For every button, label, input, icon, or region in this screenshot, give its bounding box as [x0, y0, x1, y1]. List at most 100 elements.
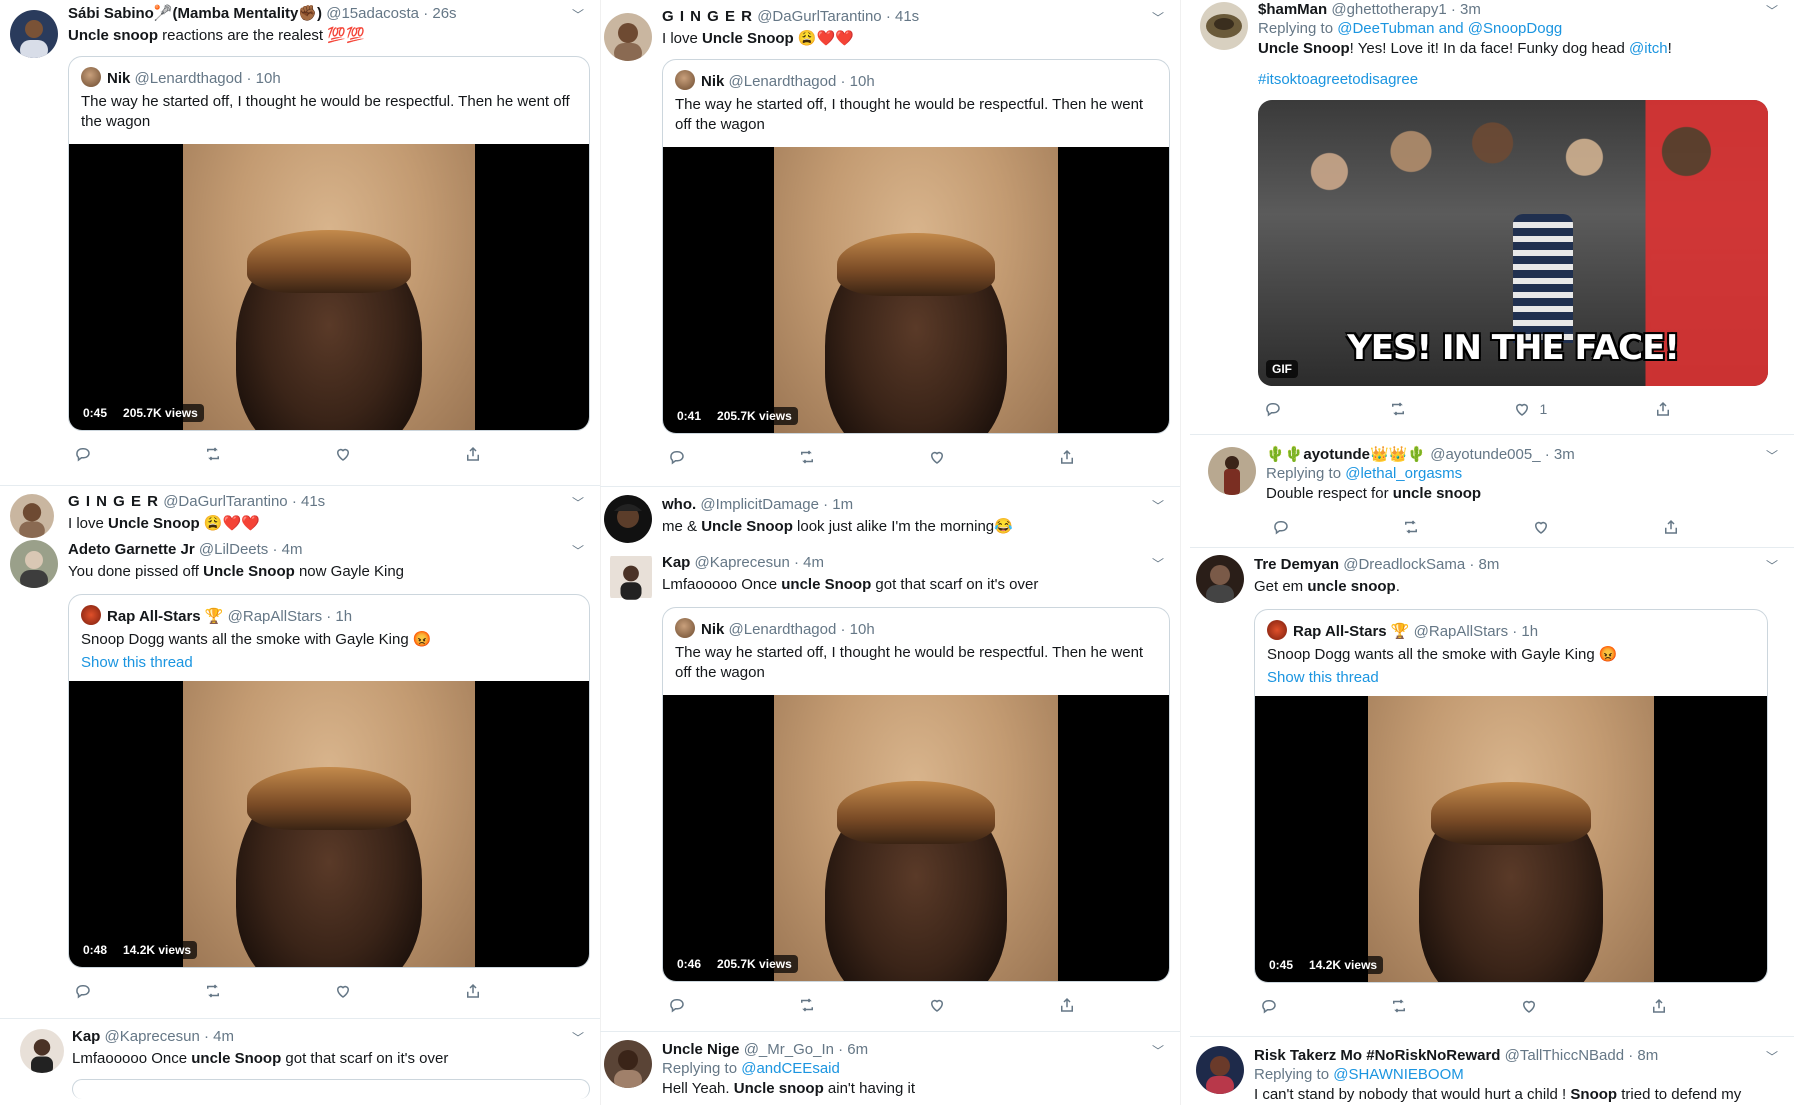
chevron-down-icon[interactable]: ﹀ — [572, 1029, 584, 1046]
share-button[interactable] — [464, 982, 482, 1000]
chevron-down-icon[interactable]: ﹀ — [572, 6, 584, 23]
reply-button[interactable] — [668, 996, 686, 1014]
author-handle[interactable]: @ayotunde005_ — [1430, 446, 1540, 463]
show-thread-link[interactable]: Show this thread — [69, 654, 589, 681]
avatar[interactable] — [604, 1040, 652, 1088]
video-player[interactable]: 0:45 14.2K views — [1255, 696, 1767, 982]
share-button[interactable] — [1662, 518, 1680, 536]
timestamp[interactable]: · 41s — [292, 493, 325, 510]
tweet[interactable]: G I N G E R @DaGurlTarantino · 41s ﹀ I l… — [604, 7, 1180, 485]
author-handle[interactable]: @DreadlockSama — [1343, 556, 1465, 573]
reply-button[interactable] — [1264, 400, 1282, 418]
author-name[interactable]: 🌵🌵ayotunde👑👑🌵 — [1266, 446, 1426, 463]
mention-link[interactable]: @itch — [1629, 40, 1668, 57]
quoted-tweet[interactable]: Rap All-Stars 🏆 @RapAllStars · 1h Snoop … — [1254, 609, 1768, 983]
retweet-button[interactable] — [1390, 997, 1408, 1015]
reply-button[interactable] — [74, 982, 92, 1000]
reply-mention-link[interactable]: @DeeTubman and @SnoopDogg — [1337, 20, 1562, 37]
reply-button[interactable] — [1260, 997, 1278, 1015]
reply-mention-link[interactable]: @andCEEsaid — [741, 1060, 840, 1077]
retweet-button[interactable] — [798, 448, 816, 466]
tweet[interactable]: Sábi Sabino🥍(Mamba Mentality✊🏾) @15adaco… — [10, 4, 600, 484]
share-button[interactable] — [1650, 997, 1668, 1015]
author-name[interactable]: who. — [662, 496, 696, 513]
video-player[interactable]: 0:46 205.7K views — [663, 695, 1169, 981]
like-button[interactable] — [928, 448, 946, 466]
hashtag-link[interactable]: #itsoktoagreetodisagree — [1258, 71, 1784, 88]
avatar[interactable] — [1196, 555, 1244, 603]
like-button[interactable] — [334, 982, 352, 1000]
video-player[interactable]: 0:41 205.7K views — [663, 147, 1169, 433]
quoted-tweet[interactable]: Nik @Lenardthagod · 10h The way he start… — [68, 56, 590, 431]
reply-mention-link[interactable]: @SHAWNIEBOOM — [1333, 1066, 1464, 1083]
avatar[interactable] — [20, 1029, 64, 1073]
tweet[interactable]: Uncle Nige @_Mr_Go_In · 6m ﹀ Replying to… — [604, 1040, 1180, 1105]
avatar[interactable] — [610, 553, 652, 601]
chevron-down-icon[interactable]: ﹀ — [1766, 447, 1778, 464]
author-name[interactable]: Uncle Nige — [662, 1041, 740, 1058]
retweet-button[interactable] — [1402, 518, 1420, 536]
author-handle[interactable]: @ghettotherapy1 — [1331, 1, 1446, 18]
avatar[interactable] — [1200, 2, 1248, 50]
reply-button[interactable] — [74, 445, 92, 463]
video-player[interactable]: 0:45 205.7K views — [69, 144, 589, 430]
avatar[interactable] — [604, 495, 652, 543]
timestamp[interactable]: · 4m — [272, 541, 302, 558]
like-button[interactable] — [334, 445, 352, 463]
timestamp[interactable]: · 8m — [1469, 556, 1499, 573]
share-button[interactable] — [1058, 448, 1076, 466]
author-handle[interactable]: @_Mr_Go_In — [744, 1041, 834, 1058]
avatar[interactable] — [604, 13, 652, 61]
retweet-button[interactable] — [204, 982, 222, 1000]
author-name[interactable]: Kap — [662, 554, 690, 571]
chevron-down-icon[interactable]: ﹀ — [1152, 1042, 1164, 1059]
author-name[interactable]: $hamMan — [1258, 1, 1327, 18]
tweet[interactable]: 🌵🌵ayotunde👑👑🌵 @ayotunde005_ · 3m ﹀ Reply… — [1208, 445, 1794, 545]
author-name[interactable]: Sábi Sabino🥍(Mamba Mentality✊🏾) — [68, 5, 322, 22]
avatar[interactable] — [1196, 1046, 1244, 1094]
retweet-button[interactable] — [1389, 400, 1407, 418]
author-handle[interactable]: @TallThiccNBadd — [1505, 1047, 1624, 1064]
chevron-down-icon[interactable]: ﹀ — [1766, 557, 1778, 574]
quoted-tweet[interactable]: Nik @Lenardthagod · 10h The way he start… — [662, 607, 1170, 982]
chevron-down-icon[interactable]: ﹀ — [1152, 9, 1164, 26]
avatar[interactable] — [1208, 447, 1256, 495]
tweet[interactable]: Adeto Garnette Jr @LilDeets · 4m ﹀ You d… — [10, 540, 600, 1018]
author-name[interactable]: Kap — [72, 1028, 100, 1045]
tweet[interactable]: Risk Takerz Mo #NoRiskNoReward @TallThic… — [1196, 1046, 1794, 1105]
share-button[interactable] — [1654, 400, 1672, 418]
like-button[interactable] — [1532, 518, 1550, 536]
timestamp[interactable]: · 3m — [1451, 1, 1481, 18]
author-handle[interactable]: @DaGurlTarantino — [163, 493, 287, 510]
tweet[interactable]: Kap @Kaprecesun · 4m ﹀ Lmfaooooo Once un… — [20, 1027, 600, 1105]
like-button[interactable] — [1520, 997, 1538, 1015]
chevron-down-icon[interactable]: ﹀ — [1766, 1048, 1778, 1065]
author-handle[interactable]: @DaGurlTarantino — [757, 8, 881, 25]
quoted-tweet[interactable]: Rap All-Stars 🏆 @RapAllStars · 1h Snoop … — [68, 594, 590, 968]
author-name[interactable]: G I N G E R — [68, 493, 159, 510]
timestamp[interactable]: · 41s — [886, 8, 919, 25]
chevron-down-icon[interactable]: ﹀ — [572, 542, 584, 559]
tweet[interactable]: who. @ImplicitDamage · 1m ﹀ me & Uncle S… — [604, 495, 1180, 545]
author-name[interactable]: G I N G E R — [662, 8, 753, 25]
author-handle[interactable]: @ImplicitDamage — [700, 496, 819, 513]
author-handle[interactable]: @LilDeets — [199, 541, 268, 558]
chevron-down-icon[interactable]: ﹀ — [1766, 2, 1778, 19]
author-name[interactable]: Risk Takerz Mo #NoRiskNoReward — [1254, 1047, 1500, 1064]
author-handle[interactable]: @Kaprecesun — [695, 554, 790, 571]
quoted-tweet[interactable]: Nik @Lenardthagod · 10h The way he start… — [662, 59, 1170, 434]
author-handle[interactable]: @Kaprecesun — [105, 1028, 200, 1045]
like-button[interactable] — [928, 996, 946, 1014]
tweet[interactable]: Tre Demyan @DreadlockSama · 8m ﹀ Get em … — [1196, 555, 1794, 1047]
timestamp[interactable]: · 4m — [794, 554, 824, 571]
share-button[interactable] — [464, 445, 482, 463]
quoted-tweet[interactable] — [72, 1079, 590, 1099]
author-handle[interactable]: @15adacosta — [326, 5, 419, 22]
author-name[interactable]: Tre Demyan — [1254, 556, 1339, 573]
avatar[interactable] — [10, 540, 58, 588]
retweet-button[interactable] — [204, 445, 222, 463]
chevron-down-icon[interactable]: ﹀ — [1152, 555, 1164, 572]
tweet[interactable]: Kap @Kaprecesun · 4m ﹀ Lmfaooooo Once un… — [610, 553, 1180, 1031]
avatar[interactable] — [10, 494, 54, 538]
share-button[interactable] — [1058, 996, 1076, 1014]
